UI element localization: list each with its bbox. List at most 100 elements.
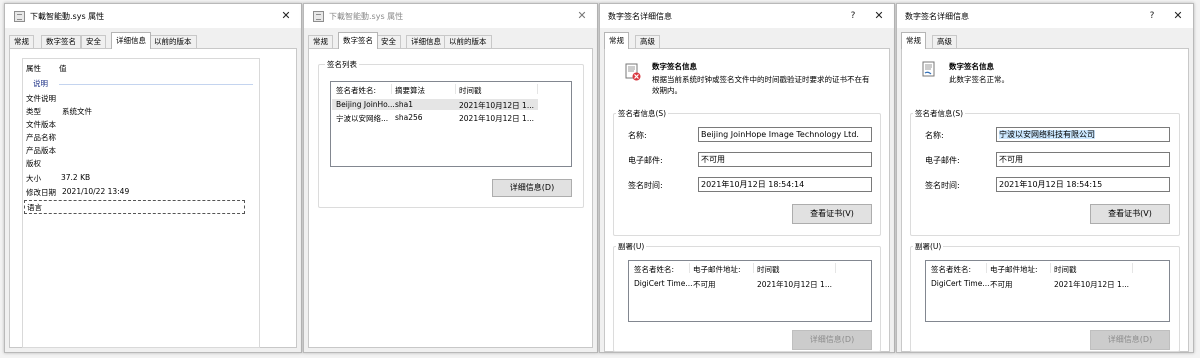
property-row[interactable]: 修改日期 2021/10/22 13:49 xyxy=(23,186,259,199)
title-bar[interactable]: 数字签名详细信息 ? ✕ xyxy=(600,4,894,28)
signer-email-field[interactable]: 不可用 xyxy=(996,152,1170,167)
signature-info-heading: 数字签名信息 xyxy=(949,62,994,71)
column-header-timestamp[interactable]: 时间戳 xyxy=(459,85,482,96)
tab-security[interactable]: 安全 xyxy=(81,35,106,48)
details-button[interactable]: 详细信息(D) xyxy=(792,330,872,350)
signer-name-field[interactable]: Beijing JoinHope Image Technology Ltd. xyxy=(698,127,872,142)
signer-email-value: 不可用 xyxy=(999,155,1023,164)
signer-email-field[interactable]: 不可用 xyxy=(698,152,872,167)
details-panel: 属性 值 说明 文件说明 类型 系统文件 文件版本 产品名称 产品版本 版权 大… xyxy=(9,48,297,348)
column-header-email[interactable]: 电子邮件地址: xyxy=(990,264,1038,275)
signer-info-group: 签名者信息(S) 名称: 宁波以安网络科技有限公司 电子邮件: 不可用 签名时间… xyxy=(910,108,1180,236)
column-header-signer[interactable]: 签名者姓名: xyxy=(634,264,674,275)
property-name: 语言 xyxy=(27,203,42,212)
tab-general[interactable]: 常规 xyxy=(9,35,34,48)
column-divider[interactable] xyxy=(537,84,538,94)
property-name: 文件说明 xyxy=(26,94,56,103)
cell-signer[interactable]: DigiCert Time... xyxy=(634,279,692,288)
tab-details[interactable]: 详细信息 xyxy=(111,32,151,49)
property-name: 大小 xyxy=(26,174,41,183)
details-button[interactable]: 详细信息(D) xyxy=(492,179,572,197)
cell-signer[interactable]: DigiCert Time... xyxy=(931,279,989,288)
property-row[interactable]: 类型 系统文件 xyxy=(23,105,259,118)
window-title: 下載智能動.sys 属性 xyxy=(30,12,105,21)
column-divider[interactable] xyxy=(1050,263,1051,273)
signing-time-label: 签名时间: xyxy=(628,181,663,190)
signing-time-value: 2021年10月12日 18:54:14 xyxy=(701,180,805,189)
tab-bar: 常规 数字签名 安全 详细信息 以前的版本 xyxy=(304,32,597,49)
close-icon[interactable]: ✕ xyxy=(571,8,593,24)
signatures-panel: 签名列表 签名者姓名: 摘要算法 时间戳 Beijing JoinHo... s… xyxy=(308,48,593,348)
title-bar[interactable]: 下載智能動.sys 属性 ✕ xyxy=(5,4,301,28)
tab-advanced[interactable]: 高级 xyxy=(932,35,957,48)
tab-general[interactable]: 常规 xyxy=(901,32,926,49)
signer-info-label: 签名者信息(S) xyxy=(616,108,669,119)
cell-timestamp: 2021年10月12日 1... xyxy=(757,280,832,289)
property-row[interactable]: 版权 xyxy=(23,157,259,170)
tab-digital-signatures[interactable]: 数字签名 xyxy=(41,35,81,48)
close-icon[interactable]: ✕ xyxy=(868,8,890,24)
view-certificate-button[interactable]: 查看证书(V) xyxy=(792,204,872,224)
help-icon[interactable]: ? xyxy=(1141,8,1163,24)
cell-signer[interactable]: 宁波以安网络... xyxy=(336,113,388,124)
tab-previous-versions[interactable]: 以前的版本 xyxy=(444,35,492,48)
column-divider[interactable] xyxy=(391,84,392,94)
section-description: 说明 xyxy=(23,77,259,90)
help-icon[interactable]: ? xyxy=(842,8,864,24)
column-header-timestamp[interactable]: 时间戳 xyxy=(1054,264,1077,275)
property-row[interactable]: 文件说明 xyxy=(23,92,259,105)
property-row[interactable]: 产品名称 xyxy=(23,131,259,144)
countersignatures-group: 副署(U) 签名者姓名: 电子邮件地址: 时间戳 DigiCert Time..… xyxy=(613,241,881,352)
property-value: 2021/10/22 13:49 xyxy=(62,187,130,196)
tab-details[interactable]: 详细信息 xyxy=(406,35,446,48)
countersignature-list[interactable]: 签名者姓名: 电子邮件地址: 时间戳 DigiCert Time... 不可用 … xyxy=(925,260,1170,322)
property-row[interactable]: 大小 37.2 KB xyxy=(23,172,259,185)
header-value[interactable]: 值 xyxy=(59,63,67,74)
window-title: 数字签名详细信息 xyxy=(608,12,672,21)
cell-email: 不可用 xyxy=(990,280,1013,289)
header-property[interactable]: 属性 xyxy=(26,63,41,74)
property-row[interactable]: 产品版本 xyxy=(23,144,259,157)
column-header-signer[interactable]: 签名者姓名: xyxy=(336,85,376,96)
signing-time-field[interactable]: 2021年10月12日 18:54:15 xyxy=(996,177,1170,192)
property-row[interactable]: 文件版本 xyxy=(23,118,259,131)
column-header-email[interactable]: 电子邮件地址: xyxy=(693,264,741,275)
property-row-focused[interactable]: 语言 xyxy=(24,200,245,214)
cell-digest: sha1 xyxy=(395,100,414,109)
title-bar[interactable]: 下載智能動.sys 属性 ✕ xyxy=(304,4,597,28)
signature-list-group: 签名列表 签名者姓名: 摘要算法 时间戳 Beijing JoinHo... s… xyxy=(318,59,584,208)
tab-security[interactable]: 安全 xyxy=(376,35,401,48)
email-label: 电子邮件: xyxy=(628,156,663,165)
column-divider[interactable] xyxy=(1132,263,1133,273)
column-header-timestamp[interactable]: 时间戳 xyxy=(757,264,780,275)
tab-bar: 常规 高级 xyxy=(897,32,1193,49)
cell-timestamp: 2021年10月12日 1... xyxy=(1054,280,1129,289)
tab-previous-versions[interactable]: 以前的版本 xyxy=(149,35,197,48)
column-divider[interactable] xyxy=(835,263,836,273)
signer-name-field[interactable]: 宁波以安网络科技有限公司 xyxy=(996,127,1170,142)
close-icon[interactable]: ✕ xyxy=(1167,8,1189,24)
property-name: 文件版本 xyxy=(26,120,56,129)
column-divider[interactable] xyxy=(986,263,987,273)
tab-general[interactable]: 常规 xyxy=(604,32,629,49)
window-title: 数字签名详细信息 xyxy=(905,12,969,21)
details-button[interactable]: 详细信息(D) xyxy=(1090,330,1170,350)
tab-advanced[interactable]: 高级 xyxy=(635,35,660,48)
column-header-digest[interactable]: 摘要算法 xyxy=(395,85,425,96)
column-header-signer[interactable]: 签名者姓名: xyxy=(931,264,971,275)
property-name: 产品名称 xyxy=(26,133,56,142)
countersignature-list[interactable]: 签名者姓名: 电子邮件地址: 时间戳 DigiCert Time... 不可用 … xyxy=(628,260,872,322)
signer-info-label: 签名者信息(S) xyxy=(913,108,966,119)
column-divider[interactable] xyxy=(455,84,456,94)
title-bar[interactable]: 数字签名详细信息 ? ✕ xyxy=(897,4,1193,28)
view-certificate-button[interactable]: 查看证书(V) xyxy=(1090,204,1170,224)
property-list[interactable]: 属性 值 说明 文件说明 类型 系统文件 文件版本 产品名称 产品版本 版权 大… xyxy=(22,58,260,348)
column-divider[interactable] xyxy=(689,263,690,273)
close-icon[interactable]: ✕ xyxy=(275,8,297,24)
signature-list[interactable]: 签名者姓名: 摘要算法 时间戳 Beijing JoinHo... sha1 2… xyxy=(330,81,572,167)
signing-time-field[interactable]: 2021年10月12日 18:54:14 xyxy=(698,177,872,192)
column-divider[interactable] xyxy=(753,263,754,273)
tab-general[interactable]: 常规 xyxy=(308,35,333,48)
countersignatures-label: 副署(U) xyxy=(913,241,944,252)
tab-digital-signatures[interactable]: 数字签名 xyxy=(338,32,378,49)
